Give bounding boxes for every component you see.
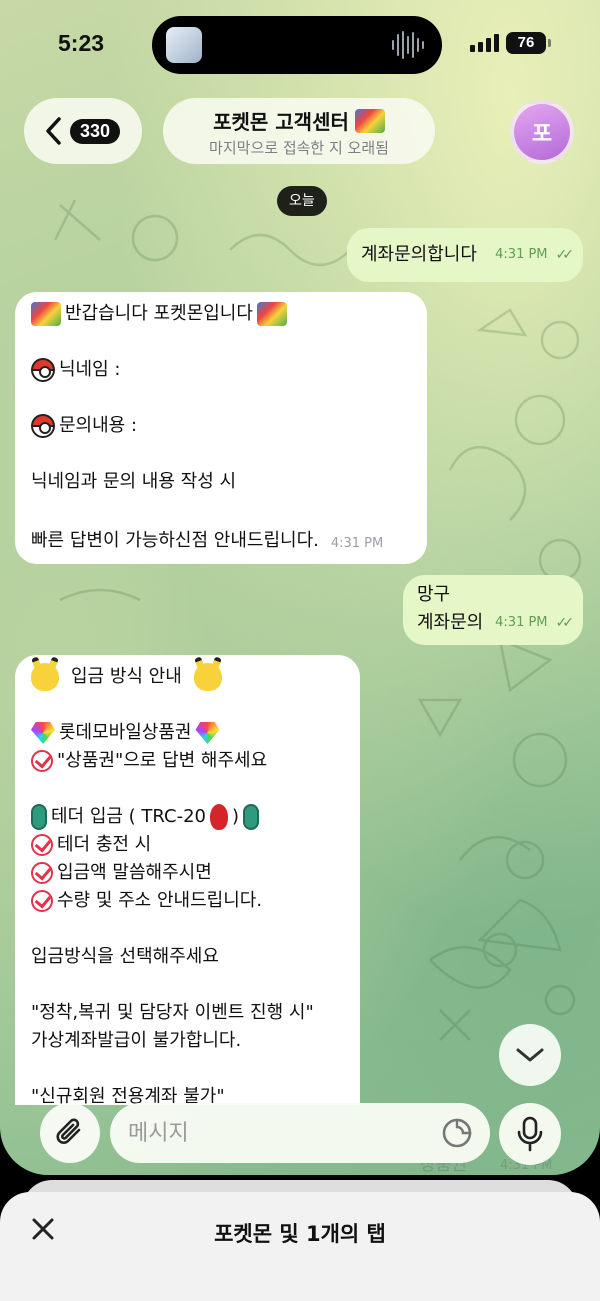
message-line: 테더 충전 시 [57,834,152,855]
unread-count-badge: 330 [70,118,121,144]
pokeball-icon [31,358,55,382]
check-mark-icon [31,862,53,884]
dynamic-island[interactable] [152,16,442,74]
pokemon-logo-emoji-icon [354,108,385,133]
message-line: 문의내용 : [59,415,138,436]
message-line: 계좌문의 [417,612,484,633]
tether-emoji-icon [31,804,47,830]
message-text: 계좌문의합니다 [361,244,477,265]
chat-header[interactable]: 포켓몬 고객센터 마지막으로 접속한 지 오래됨 [163,98,435,164]
check-mark-icon [31,890,53,912]
message-time: 4:31 PM [330,536,384,551]
message-line: 입금방식을 선택해주세요 [31,946,219,967]
gem-emoji-icon [195,722,220,744]
message-time: 4:31 PM [495,247,548,262]
message-line: "정착,복귀 및 담당자 이벤트 진행 시" [31,1002,314,1023]
read-ticks-icon: ✓✓ [555,615,575,631]
attach-button[interactable] [40,1103,100,1163]
message-input[interactable] [110,1103,490,1163]
last-seen-status: 마지막으로 접속한 지 오래됨 [209,139,389,157]
gem-emoji-icon [31,722,55,744]
outgoing-message[interactable]: 망구 계좌문의 4:31 PM ✓✓ [403,575,583,645]
message-time: 4:31 PM [495,615,548,630]
scroll-to-bottom-button[interactable] [499,1024,561,1086]
date-separator: 오늘 [277,186,327,216]
chevron-left-icon [46,117,61,145]
message-line: 반갑습니다 포켓몬입니다 [65,303,253,324]
pikachu-emoji-icon [31,663,59,691]
pokemon-logo-emoji-icon [256,302,287,326]
message-line: 입금액 말씀해주시면 [57,862,212,883]
check-mark-icon [31,834,53,856]
message-line: 롯데모바일상품권 [59,722,192,743]
battery-cap [548,39,551,47]
tab-sheet[interactable]: 포켓몬 및 1개의 탭 [0,1192,600,1301]
pokemon-logo-emoji-icon [31,302,61,326]
message-line: "상품권"으로 답변 해주세요 [57,750,268,771]
incoming-message[interactable]: 반갑습니다 포켓몬입니다 닉네임 : 문의내용 : 닉네임과 문의 내용 작성 … [15,292,427,564]
tab-sheet-title: 포켓몬 및 1개의 탭 [214,1222,386,1246]
status-bar: 5:23 76 [0,0,600,90]
chat-title: 포켓몬 고객센터 [213,110,349,134]
status-time: 5:23 [58,30,105,56]
message-line: 수량 및 주소 안내드립니다. [57,890,263,911]
pikachu-emoji-icon [193,663,222,691]
incoming-message[interactable]: 입금 방식 안내 롯데모바일상품권 "상품권"으로 답변 해주세요 테더 입금 … [15,655,360,1105]
message-line: "신규회원 전용계좌 불가" [31,1086,225,1105]
check-mark-icon [31,750,53,772]
red-gem-emoji-icon [210,804,229,830]
outgoing-message[interactable]: 계좌문의합니다 4:31 PM ✓✓ [347,228,583,282]
cellular-signal-icon [470,34,499,52]
microphone-icon [517,1116,543,1152]
message-line: 테더 입금 ( TRC-20 [51,806,207,827]
chevron-down-icon [516,1048,544,1062]
message-line: 닉네임 : [59,359,121,380]
message-line: 닉네임과 문의 내용 작성 시 [31,471,237,492]
paperclip-icon [56,1118,81,1144]
now-playing-artwork [166,27,202,63]
tether-emoji-icon [243,804,260,830]
read-ticks-icon: ✓✓ [555,247,575,263]
battery-indicator: 76 [506,32,546,54]
chat-title-row: 포켓몬 고객센터 [213,106,385,135]
message-line: ) [232,806,240,827]
back-button[interactable]: 330 [24,98,142,164]
message-line: 망구 [417,584,451,605]
audio-waveform-icon [392,31,424,59]
avatar[interactable]: 포 [510,100,574,164]
sticker-button[interactable] [441,1117,473,1149]
voice-message-button[interactable] [499,1103,561,1165]
message-line: 가상계좌발급이 불가합니다. [31,1030,242,1051]
message-line: 빠른 답변이 가능하신점 안내드립니다. [31,530,319,551]
pokeball-icon [31,414,55,438]
sticker-icon [442,1118,472,1148]
message-line: 입금 방식 안내 [71,666,182,687]
